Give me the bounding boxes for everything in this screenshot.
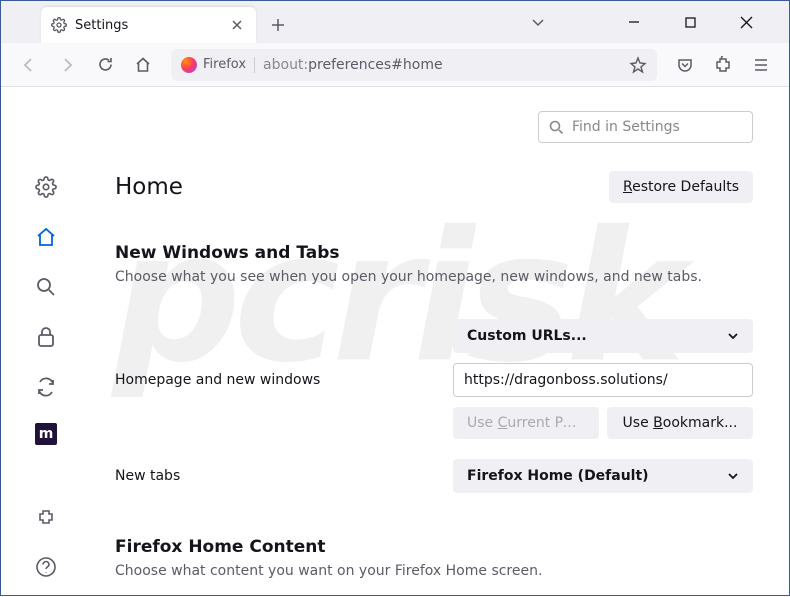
page-title: Home — [115, 174, 183, 200]
url-bar[interactable]: Firefox about:preferences#home — [171, 49, 657, 81]
search-icon — [549, 120, 564, 135]
url-identity: Firefox — [181, 57, 255, 73]
sidebar-privacy-icon[interactable] — [32, 323, 60, 351]
pocket-icon[interactable] — [669, 49, 701, 81]
section-home-content-desc: Choose what content you want on your Fir… — [115, 563, 753, 579]
forward-button[interactable] — [51, 49, 83, 81]
sidebar-home-icon[interactable] — [32, 223, 60, 251]
restore-defaults-button[interactable]: Restore Defaults — [609, 171, 753, 203]
newtabs-select[interactable]: Firefox Home (Default) — [453, 459, 753, 493]
url-text: about:preferences#home — [263, 57, 621, 73]
homepage-mode-value: Custom URLs... — [467, 328, 587, 344]
tab-bar: Settings — [1, 1, 789, 43]
back-button[interactable] — [13, 49, 45, 81]
close-tab-icon[interactable] — [228, 16, 246, 34]
browser-tab[interactable]: Settings — [41, 7, 256, 43]
homepage-label: Homepage and new windows — [115, 372, 453, 388]
settings-search-input[interactable]: Find in Settings — [538, 111, 753, 143]
sidebar-help-icon[interactable] — [32, 553, 60, 581]
homepage-mode-select[interactable]: Custom URLs... — [453, 319, 753, 353]
maximize-button[interactable] — [669, 7, 711, 37]
sidebar-general-icon[interactable] — [32, 173, 60, 201]
window-controls — [517, 1, 789, 43]
firefox-logo-icon — [181, 57, 197, 73]
search-placeholder: Find in Settings — [572, 119, 680, 135]
gear-icon — [51, 17, 67, 33]
home-button[interactable] — [127, 49, 159, 81]
section-new-windows-desc: Choose what you see when you open your h… — [115, 269, 753, 285]
tabs-dropdown-icon[interactable] — [517, 7, 559, 37]
bookmark-star-icon[interactable] — [629, 56, 647, 74]
chevron-down-icon — [727, 470, 739, 482]
toolbar: Firefox about:preferences#home — [1, 43, 789, 87]
homepage-url-input[interactable] — [453, 363, 753, 397]
app-menu-icon[interactable] — [745, 49, 777, 81]
section-new-windows-title: New Windows and Tabs — [115, 243, 753, 263]
newtabs-label: New tabs — [115, 468, 453, 484]
chevron-down-icon — [727, 330, 739, 342]
new-tab-button[interactable] — [262, 9, 294, 41]
sidebar-sync-icon[interactable] — [32, 373, 60, 401]
reload-button[interactable] — [89, 49, 121, 81]
url-identity-label: Firefox — [203, 57, 246, 72]
sidebar-more-icon[interactable]: m — [35, 423, 57, 445]
main-panel: Find in Settings Home Restore Defaults N… — [91, 87, 789, 597]
use-current-pages-button[interactable]: Use Current Pages — [453, 407, 599, 439]
tab-title: Settings — [75, 18, 220, 33]
minimize-button[interactable] — [613, 7, 655, 37]
close-window-button[interactable] — [725, 7, 767, 37]
sidebar-extensions-icon[interactable] — [32, 503, 60, 531]
sidebar-search-icon[interactable] — [32, 273, 60, 301]
extensions-icon[interactable] — [707, 49, 739, 81]
use-bookmark-button[interactable]: Use Bookmark... — [607, 407, 753, 439]
sidebar: m — [1, 87, 91, 597]
section-home-content-title: Firefox Home Content — [115, 537, 753, 557]
newtabs-value: Firefox Home (Default) — [467, 468, 649, 484]
